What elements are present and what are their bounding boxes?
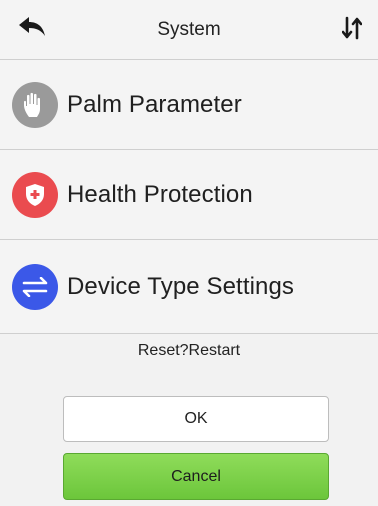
back-arrow-icon <box>17 16 47 45</box>
menu-item-label: Device Type Settings <box>67 272 295 300</box>
header-bar: System <box>0 0 378 60</box>
menu-item-device-type-settings[interactable]: Device Type Settings <box>0 240 378 334</box>
sort-arrows-icon <box>341 16 363 45</box>
page-title: System <box>157 18 221 40</box>
menu-item-health-protection[interactable]: Health Protection <box>0 150 378 240</box>
transfer-arrows-icon <box>12 263 58 310</box>
dialog-message: Reset?Restart <box>137 342 241 359</box>
confirm-dialog: Reset?Restart OK Cancel <box>0 334 378 506</box>
sort-button[interactable] <box>332 14 372 46</box>
ok-button[interactable]: OK <box>63 396 329 442</box>
menu-item-label: Palm Parameter <box>67 90 242 118</box>
menu-item-label: Health Protection <box>67 180 253 208</box>
shield-icon <box>12 171 58 218</box>
menu-item-palm-parameter[interactable]: Palm Parameter <box>0 60 378 150</box>
palm-icon <box>12 81 58 128</box>
back-button[interactable] <box>12 14 52 46</box>
cancel-button[interactable]: Cancel <box>63 453 329 500</box>
system-menu: Palm Parameter Health Protection Device … <box>0 60 378 334</box>
